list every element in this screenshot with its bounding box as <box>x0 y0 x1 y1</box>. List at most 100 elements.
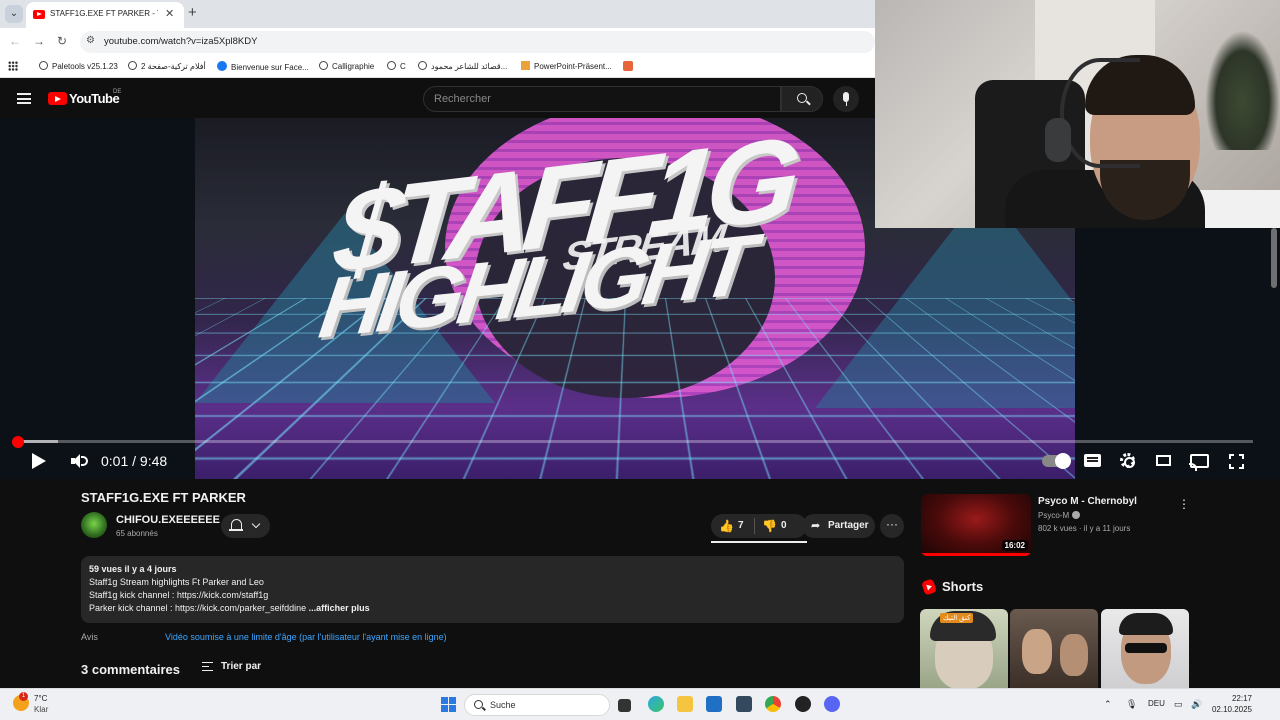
bookmark-label: قصائد للشاعر محمود... <box>431 62 508 71</box>
short-thumbnail-3[interactable] <box>1101 609 1189 688</box>
recommended-title[interactable]: Psyco M - Chernobyl <box>1038 496 1137 507</box>
search-icon <box>797 93 807 103</box>
description-line[interactable]: Staff1g kick channel : https://kick.com/… <box>89 590 268 600</box>
clock-time[interactable]: 22:17 <box>1212 694 1252 703</box>
tray-microphone-icon[interactable]: 🎙 <box>1126 699 1137 710</box>
bookmark-paletools[interactable]: Paletools v25.1.23 <box>39 61 118 71</box>
windows-start-icon[interactable] <box>441 697 456 712</box>
channel-avatar[interactable] <box>81 512 107 538</box>
channel-name[interactable]: CHIFOU.EXEEEEEE <box>116 514 220 526</box>
new-tab-button[interactable]: + <box>188 4 197 21</box>
weather-badge: 1 <box>19 692 28 701</box>
youtube-logo-icon[interactable] <box>48 92 67 105</box>
show-more-link[interactable]: ...afficher plus <box>309 603 370 613</box>
sort-button[interactable]: Trier par <box>221 661 261 672</box>
short-thumbnail-2[interactable] <box>1010 609 1098 688</box>
bookmark-powerpoint[interactable]: PowerPoint-Präsent... <box>521 61 612 71</box>
subtitles-icon[interactable] <box>1084 454 1101 467</box>
globe-icon <box>39 61 48 70</box>
tab-close-icon[interactable]: ✕ <box>165 7 174 20</box>
microphone-icon <box>843 92 849 106</box>
recommended-channel[interactable]: Psyco-M <box>1038 511 1081 520</box>
settings-gear-icon[interactable] <box>1120 453 1135 468</box>
thumbs-up-icon[interactable]: 👍 <box>719 519 734 533</box>
weather-temperature[interactable]: 7°C <box>34 694 47 703</box>
scrubber-handle[interactable] <box>12 436 24 448</box>
edge-browser-icon[interactable] <box>648 696 664 712</box>
bookmark-facebook[interactable]: Bienvenue sur Face... <box>217 61 309 72</box>
tab-list-chevron-icon[interactable]: ⌄ <box>5 5 23 23</box>
tray-chevron-up-icon[interactable]: ⌃ <box>1104 699 1112 710</box>
back-arrow-icon[interactable]: ← <box>9 34 21 48</box>
page-scrollbar[interactable] <box>1271 228 1277 288</box>
recommended-channel-name: Psyco-M <box>1038 511 1070 520</box>
short-tag: كنق التيك <box>940 613 974 623</box>
short-person <box>1060 634 1088 676</box>
more-actions-button[interactable]: ··· <box>880 514 904 538</box>
description-line: Parker kick channel : https://kick.com/p… <box>89 603 370 613</box>
theater-mode-icon[interactable] <box>1156 455 1171 466</box>
input-language[interactable]: DEU <box>1148 699 1165 708</box>
voice-search-button[interactable] <box>833 86 859 112</box>
weather-condition[interactable]: Klar <box>34 705 48 714</box>
short-sunglasses <box>1125 643 1167 653</box>
clock-date[interactable]: 02.10.2025 <box>1207 705 1252 714</box>
recommended-more-icon[interactable]: ⋮ <box>1178 497 1190 511</box>
fullscreen-icon[interactable] <box>1229 454 1244 469</box>
volume-tray-icon[interactable]: 🔊 <box>1191 699 1202 710</box>
subscription-bell-button[interactable] <box>221 514 270 538</box>
bookmark-extension-icon[interactable] <box>623 61 633 71</box>
reload-icon[interactable]: ↻ <box>57 34 67 48</box>
apps-grid-icon[interactable] <box>8 61 18 71</box>
recommended-thumbnail[interactable]: 16:02 <box>921 494 1031 556</box>
description-box[interactable]: 59 vues il y a 4 jours Staff1g Stream hi… <box>81 556 904 623</box>
webcam-headset-earcup <box>1045 118 1071 162</box>
bookmark-c[interactable]: C <box>387 61 406 71</box>
sort-icon[interactable] <box>202 662 213 671</box>
chrome-icon[interactable] <box>765 696 781 712</box>
dislike-count[interactable]: 0 <box>781 520 787 531</box>
network-icon[interactable]: ▭ <box>1174 699 1183 710</box>
youtube-logo-text[interactable]: YouTube <box>69 91 120 106</box>
taskbar-search-label: Suche <box>490 700 516 710</box>
like-dislike-group: 👍 7 👎 0 <box>711 514 807 538</box>
github-icon[interactable] <box>795 696 811 712</box>
like-count[interactable]: 7 <box>738 520 744 531</box>
bell-icon <box>229 519 243 531</box>
share-button[interactable]: ➦ Partager <box>802 514 875 538</box>
bookmark-turkish-films[interactable]: أفلام تركية-صفحة 2 <box>128 61 206 71</box>
menu-hamburger-icon[interactable] <box>17 93 31 104</box>
site-info-icon[interactable]: ⚙ <box>86 35 95 46</box>
recommended-meta: 802 k vues · il y a 11 jours <box>1038 524 1131 533</box>
short-thumbnail-1[interactable]: كنق التيك <box>920 609 1008 688</box>
globe-icon <box>128 61 137 70</box>
search-input[interactable] <box>434 91 764 107</box>
age-restriction-link[interactable]: Vidéo soumise à une limite d'âge (par l'… <box>165 632 447 642</box>
search-box[interactable] <box>423 86 781 112</box>
autoplay-toggle[interactable] <box>1042 453 1071 469</box>
taskbar-search[interactable]: Suche <box>464 694 610 716</box>
bookmark-poems[interactable]: قصائد للشاعر محمود... <box>418 61 507 71</box>
forward-arrow-icon[interactable]: → <box>33 34 45 48</box>
bookmark-calligraphie[interactable]: Calligraphie <box>319 61 374 71</box>
task-view-icon[interactable] <box>618 699 631 712</box>
browser-tab-active[interactable]: STAFF1G.EXE FT PARKER - YouT ✕ <box>26 2 184 28</box>
outlook-icon[interactable] <box>706 696 722 712</box>
view-count-date: 59 vues il y a 4 jours <box>89 564 177 574</box>
file-explorer-icon[interactable] <box>677 696 693 712</box>
search-button[interactable] <box>781 86 823 112</box>
bookmark-label: Calligraphie <box>332 62 375 71</box>
webcam-overlay <box>875 0 1280 228</box>
play-icon[interactable] <box>32 453 46 469</box>
store-icon[interactable] <box>736 696 752 712</box>
description-link[interactable]: Parker kick channel : https://kick.com/p… <box>89 603 306 613</box>
progress-bar[interactable] <box>18 440 1253 443</box>
discord-icon[interactable] <box>824 696 840 712</box>
comments-count: 3 commentaires <box>81 662 180 677</box>
url-text[interactable]: youtube.com/watch?v=iza5Xpl8KDY <box>104 36 257 47</box>
address-bar[interactable]: ⚙ youtube.com/watch?v=iza5Xpl8KDY <box>80 31 875 53</box>
thumbs-down-icon[interactable]: 👎 <box>762 519 777 533</box>
cast-icon[interactable] <box>1189 454 1209 471</box>
watched-progress-bar <box>921 553 1031 556</box>
shorts-heading: Shorts <box>942 579 984 594</box>
